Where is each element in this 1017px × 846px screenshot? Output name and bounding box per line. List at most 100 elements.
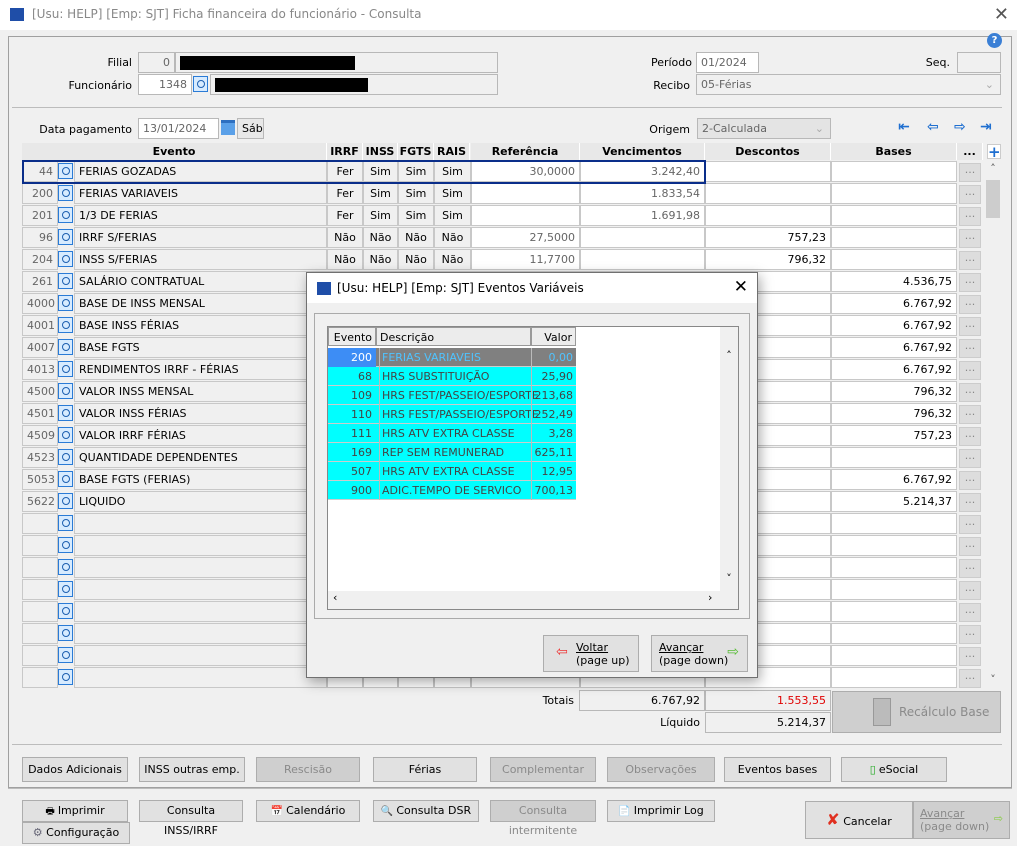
lookup-icon[interactable] — [58, 185, 73, 201]
column-header[interactable]: Descontos — [705, 143, 831, 160]
table-row[interactable]: 201 1/3 DE FERIAS Fer Sim Sim Sim 1.691,98... — [0, 205, 1000, 227]
event-code[interactable]: 4500 — [22, 381, 58, 402]
event-code[interactable] — [22, 667, 58, 688]
row-details-button[interactable]: ... — [959, 625, 981, 644]
event-code[interactable] — [22, 513, 58, 534]
event-code[interactable] — [22, 557, 58, 578]
row-details-button[interactable]: ... — [959, 559, 981, 578]
lookup-icon[interactable] — [58, 537, 73, 553]
event-code[interactable]: 4509 — [22, 425, 58, 446]
event-code[interactable]: 261 — [22, 271, 58, 292]
lookup-icon[interactable] — [58, 383, 73, 399]
button-complementar[interactable]: Complementar — [490, 757, 596, 782]
column-header[interactable]: RAIS — [434, 143, 470, 160]
previous-record-icon[interactable]: ⇦ — [927, 119, 939, 135]
configuracao-button[interactable]: ⚙ Configuração — [22, 822, 130, 844]
button-dados-adicionais[interactable]: Dados Adicionais — [22, 757, 128, 782]
funcionario-code[interactable]: 1348 — [138, 74, 192, 95]
dialog-row[interactable]: 169 REP SEM REMUNERAD 625,11 — [328, 443, 576, 462]
table-row[interactable]: 204 INSS S/FERIAS Não Não Não Não 11,7700 796,3… — [0, 249, 1000, 271]
row-details-button[interactable]: ... — [959, 405, 981, 424]
button-consulta-dsr[interactable]: 🔍 Consulta DSR — [373, 800, 479, 822]
close-icon[interactable]: ✕ — [994, 4, 1009, 25]
lookup-icon[interactable] — [58, 669, 73, 685]
scroll-thumb[interactable] — [986, 180, 1000, 218]
lookup-icon[interactable] — [58, 625, 73, 641]
horizontal-scrollbar[interactable]: ‹ › — [328, 591, 738, 609]
column-header[interactable]: Vencimentos — [580, 143, 705, 160]
lookup-icon[interactable] — [58, 229, 73, 245]
event-code[interactable] — [22, 535, 58, 556]
first-record-icon[interactable]: ⇤ — [898, 119, 910, 135]
lookup-icon[interactable] — [58, 251, 73, 267]
table-row[interactable]: 200 FERIAS VARIAVEIS Fer Sim Sim Sim 1.833,54.… — [0, 183, 1000, 205]
row-details-button[interactable]: ... — [959, 295, 981, 314]
event-code[interactable] — [22, 623, 58, 644]
dialog-row[interactable]: 200 FERIAS VARIAVEIS 0,00 — [328, 348, 576, 367]
last-record-icon[interactable]: ⇥ — [980, 119, 992, 135]
scroll-down-icon[interactable]: ˅ — [720, 572, 738, 585]
lookup-icon[interactable] — [58, 603, 73, 619]
button-observa-es[interactable]: Observações — [607, 757, 715, 782]
row-details-button[interactable]: ... — [959, 603, 981, 622]
event-code[interactable]: 4001 — [22, 315, 58, 336]
lookup-icon[interactable] — [58, 295, 73, 311]
dialog-column-header[interactable]: Evento — [328, 327, 376, 346]
row-details-button[interactable]: ... — [959, 581, 981, 600]
row-details-button[interactable]: ... — [959, 207, 981, 226]
column-header[interactable]: INSS — [363, 143, 398, 160]
button-inss-outras-emp-[interactable]: INSS outras emp. — [139, 757, 245, 782]
event-code[interactable]: 5622 — [22, 491, 58, 512]
row-details-button[interactable]: ... — [959, 251, 981, 270]
row-details-button[interactable]: ... — [959, 669, 981, 688]
recibo-select[interactable]: 05-Férias ⌄ — [696, 74, 1001, 95]
lookup-icon[interactable] — [58, 581, 73, 597]
button-calend-rio[interactable]: 📅 Calendário — [256, 800, 360, 822]
column-header[interactable]: Evento — [22, 143, 327, 160]
button-consulta-inss-irrf[interactable]: Consulta INSS/IRRF — [139, 800, 243, 837]
event-code[interactable] — [22, 579, 58, 600]
scroll-right-icon[interactable]: › — [708, 591, 712, 604]
lookup-icon[interactable] — [58, 273, 73, 289]
origem-select[interactable]: 2-Calculada ⌄ — [697, 118, 831, 139]
lookup-icon[interactable] — [58, 559, 73, 575]
lookup-icon[interactable] — [58, 647, 73, 663]
event-code[interactable]: 96 — [22, 227, 58, 248]
lookup-icon[interactable] — [58, 427, 73, 443]
lookup-icon[interactable] — [58, 405, 73, 421]
scroll-up-icon[interactable]: ˄ — [984, 162, 1002, 175]
periodo-input[interactable]: 01/2024 — [696, 52, 759, 73]
lookup-icon[interactable] — [58, 471, 73, 487]
column-header[interactable]: IRRF — [327, 143, 363, 160]
scroll-up-icon[interactable]: ˄ — [720, 349, 738, 362]
dialog-row[interactable]: 507 HRS ATV EXTRA CLASSE 12,95 — [328, 462, 576, 481]
event-code[interactable]: 4007 — [22, 337, 58, 358]
column-header[interactable]: FGTS — [398, 143, 434, 160]
avancar-dialog-button[interactable]: Avançar (page down) ⇨ — [651, 635, 748, 672]
row-details-button[interactable]: ... — [959, 229, 981, 248]
grid-scrollbar[interactable]: ˄ ˅ — [984, 162, 1002, 688]
row-details-button[interactable]: ... — [959, 449, 981, 468]
column-header[interactable]: Referência — [471, 143, 580, 160]
row-details-button[interactable]: ... — [959, 537, 981, 556]
lookup-icon[interactable] — [58, 493, 73, 509]
dialog-row[interactable]: 109 HRS FEST/PASSEIO/ESPORTE 213,68 — [328, 386, 576, 405]
event-code[interactable]: 4523 — [22, 447, 58, 468]
avancar-button[interactable]: Avançar (page down) ⇨ — [913, 801, 1010, 839]
lookup-icon[interactable] — [58, 449, 73, 465]
event-code[interactable]: 4501 — [22, 403, 58, 424]
help-icon[interactable]: ? — [987, 33, 1002, 48]
event-code[interactable]: 201 — [22, 205, 58, 226]
voltar-button[interactable]: ⇦ Voltar (page up) — [543, 635, 639, 672]
filial-code[interactable]: 0 — [138, 52, 175, 73]
column-header[interactable]: Bases — [831, 143, 957, 160]
button-esocial[interactable]: ▯ eSocial — [841, 757, 947, 782]
row-details-button[interactable]: ... — [959, 427, 981, 446]
lookup-icon[interactable] — [58, 339, 73, 355]
row-details-button[interactable]: ... — [959, 647, 981, 666]
cancelar-button[interactable]: ✘ Cancelar — [805, 801, 913, 839]
button-consulta-intermitente[interactable]: Consulta intermitente — [490, 800, 596, 837]
table-row[interactable]: 96 IRRF S/FERIAS Não Não Não Não 27,5000 757,23… — [0, 227, 1000, 249]
row-details-button[interactable]: ... — [959, 339, 981, 358]
row-details-button[interactable]: ... — [959, 185, 981, 204]
